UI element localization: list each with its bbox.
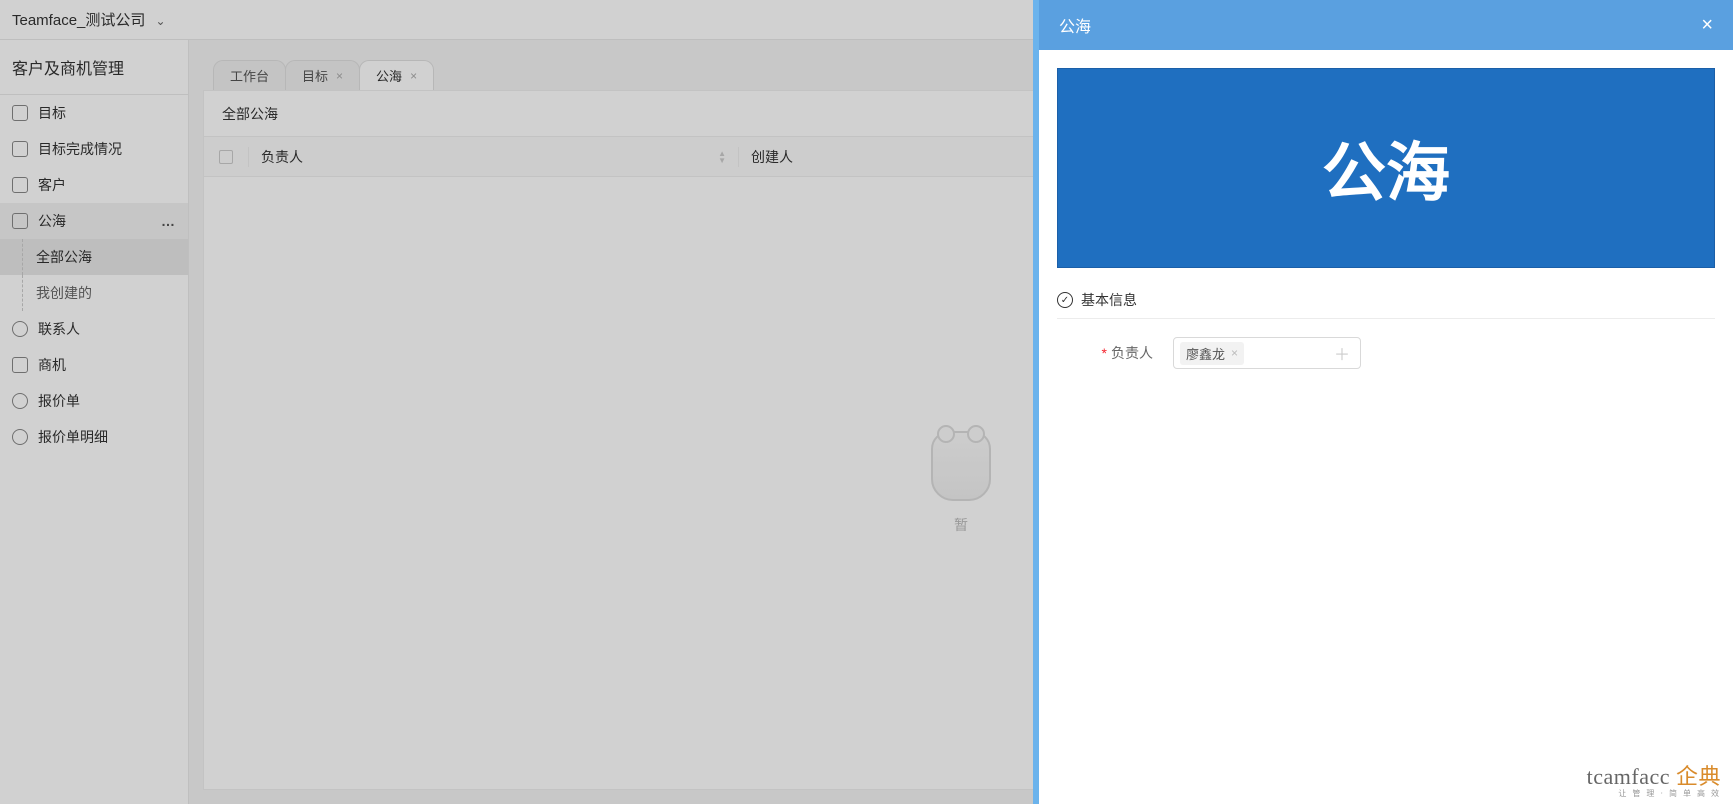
brand-en: tcamfacc xyxy=(1587,764,1670,789)
sidebar-item-label: 目标 xyxy=(38,103,66,123)
close-icon[interactable]: × xyxy=(1701,14,1713,37)
add-icon[interactable]: ＋ xyxy=(1330,341,1354,365)
sidebar-sub-label: 全部公海 xyxy=(36,247,92,267)
sidebar-item-label: 联系人 xyxy=(38,319,80,339)
sidebar-item-label: 商机 xyxy=(38,355,66,375)
check-circle-icon: ✓ xyxy=(1057,292,1073,308)
more-icon[interactable]: … xyxy=(161,213,176,229)
tab-label: 公海 xyxy=(376,66,402,85)
empty-text: 暂 xyxy=(954,515,968,535)
sidebar-item-opportunity[interactable]: 商机 xyxy=(0,347,188,383)
quote-detail-icon xyxy=(12,429,28,445)
owner-input[interactable]: 廖鑫龙 × ＋ xyxy=(1173,337,1361,369)
sidebar-sub-all[interactable]: 全部公海 xyxy=(0,239,188,275)
sidebar-sub-label: 我创建的 xyxy=(36,283,92,303)
empty-illustration xyxy=(931,431,991,501)
close-icon[interactable]: × xyxy=(410,69,417,83)
sidebar-item-quote-detail[interactable]: 报价单明细 xyxy=(0,419,188,455)
owner-label: *负责人 xyxy=(1057,343,1153,363)
chevron-down-icon: ⌄ xyxy=(156,14,166,28)
sidebar-item-label: 报价单 xyxy=(38,391,80,411)
sidebar-item-contact[interactable]: 联系人 xyxy=(0,311,188,347)
opportunity-icon xyxy=(12,357,28,373)
section-title: 基本信息 xyxy=(1081,290,1137,310)
form-row-owner: *负责人 廖鑫龙 × ＋ xyxy=(1057,337,1715,369)
hero-text: 公海 xyxy=(1322,122,1450,214)
column-label: 创建人 xyxy=(751,147,793,167)
sidebar-item-public-sea[interactable]: 公海 … xyxy=(0,203,188,239)
sidebar-item-label: 公海 xyxy=(38,211,66,231)
company-switcher[interactable]: Teamface_测试公司 ⌄ xyxy=(12,9,166,30)
company-name: Teamface_测试公司 xyxy=(12,12,145,29)
sidebar-title: 客户及商机管理 xyxy=(0,40,188,95)
sidebar-item-label: 客户 xyxy=(38,175,66,195)
brand-motto: 让 管 理 · 简 单 高 效 xyxy=(1587,790,1721,798)
sidebar-sub-my-created[interactable]: 我创建的 xyxy=(0,275,188,311)
drawer-header: 公海 × xyxy=(1039,0,1733,50)
drawer-title: 公海 xyxy=(1059,13,1091,37)
required-mark: * xyxy=(1102,345,1107,361)
brand-cn: 企典 xyxy=(1676,764,1721,789)
divider xyxy=(1057,318,1715,319)
tab-public-sea[interactable]: 公海 × xyxy=(359,60,434,90)
customer-icon xyxy=(12,177,28,193)
select-all-checkbox[interactable] xyxy=(204,150,248,164)
section-basic-info[interactable]: ✓ 基本信息 xyxy=(1057,290,1715,310)
progress-icon xyxy=(12,141,28,157)
tab-label: 工作台 xyxy=(230,66,269,85)
sidebar-item-label: 报价单明细 xyxy=(38,427,108,447)
sidebar-item-customer[interactable]: 客户 xyxy=(0,167,188,203)
owner-tag: 廖鑫龙 × xyxy=(1180,342,1244,365)
drawer-public-sea: 公海 × 公海 ✓ 基本信息 *负责人 廖鑫龙 × ＋ tcamfac xyxy=(1033,0,1733,804)
column-label: 负责人 xyxy=(261,147,303,167)
contact-icon xyxy=(12,321,28,337)
tab-label: 目标 xyxy=(302,66,328,85)
sidebar-item-quote[interactable]: 报价单 xyxy=(0,383,188,419)
target-icon xyxy=(12,105,28,121)
sidebar-item-target[interactable]: 目标 xyxy=(0,95,188,131)
tab-target[interactable]: 目标 × xyxy=(285,60,360,90)
remove-tag-icon[interactable]: × xyxy=(1231,346,1238,360)
tab-workbench[interactable]: 工作台 xyxy=(213,60,286,90)
tag-text: 廖鑫龙 xyxy=(1186,344,1225,363)
sidebar: 客户及商机管理 目标 目标完成情况 客户 公海 … 全部公海 xyxy=(0,40,189,804)
sidebar-item-label: 目标完成情况 xyxy=(38,139,122,159)
sea-icon xyxy=(12,213,28,229)
quote-icon xyxy=(12,393,28,409)
sidebar-item-target-progress[interactable]: 目标完成情况 xyxy=(0,131,188,167)
close-icon[interactable]: × xyxy=(336,69,343,83)
sort-icon[interactable]: ▲▼ xyxy=(718,150,726,164)
brand-footer: tcamfacc 企典 让 管 理 · 简 单 高 效 xyxy=(1587,766,1721,798)
drawer-hero: 公海 xyxy=(1057,68,1715,268)
column-owner[interactable]: 负责人 ▲▼ xyxy=(248,147,738,167)
